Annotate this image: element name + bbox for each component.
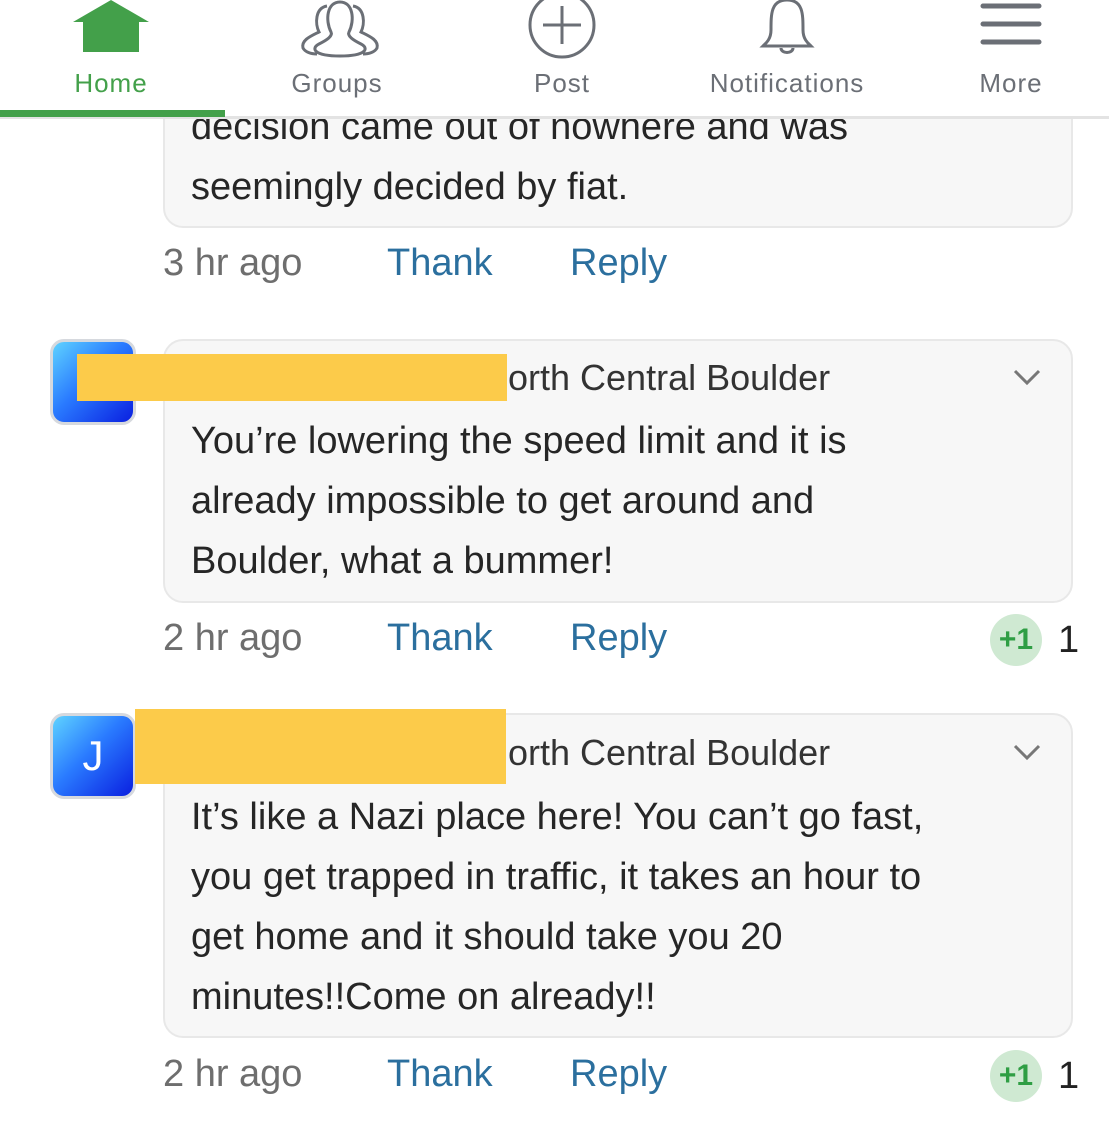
tab-label: Post	[533, 68, 591, 98]
comment-time: 3 hr ago	[163, 242, 303, 284]
tab-groups[interactable]: Groups	[226, 0, 448, 116]
thank-count: 1	[1058, 1055, 1080, 1097]
comment-text: you get trapped in traffic, it takes an …	[191, 856, 922, 898]
avatar[interactable]: J	[50, 713, 136, 799]
author-neighborhood: orth Central Boulder	[508, 732, 831, 773]
reply-button[interactable]: Reply	[570, 1053, 667, 1096]
redaction	[77, 354, 507, 401]
thank-button[interactable]: Thank	[387, 1053, 493, 1096]
menu-icon	[980, 3, 1042, 45]
comment-text: get home and it should take you 20	[191, 916, 783, 958]
plus-one-badge[interactable]: +1	[990, 1050, 1042, 1102]
bottom-tab-bar: Home Groups Post Notifications More	[0, 0, 1109, 119]
tab-home[interactable]: Home	[0, 0, 222, 116]
comment-text: Boulder, what a bummer!	[191, 540, 614, 582]
plus-circle-icon	[528, 0, 596, 59]
comment-time: 2 hr ago	[163, 1053, 303, 1095]
thank-button[interactable]: Thank	[387, 242, 493, 285]
comment-text: minutes!!Come on already!!	[191, 976, 656, 1018]
redaction	[135, 709, 506, 784]
chevron-down-icon[interactable]	[1012, 743, 1042, 761]
tab-post[interactable]: Post	[451, 0, 673, 116]
comment-text: It’s like a Nazi place here! You can’t g…	[191, 796, 924, 838]
plus-one-badge[interactable]: +1	[990, 614, 1042, 666]
reply-button[interactable]: Reply	[570, 242, 667, 285]
comment-time: 2 hr ago	[163, 617, 303, 659]
comment-text: You’re lowering the speed limit and it i…	[191, 420, 847, 462]
chevron-down-icon[interactable]	[1012, 368, 1042, 386]
tab-notifications[interactable]: Notifications	[676, 0, 898, 116]
tab-label: Notifications	[709, 68, 865, 98]
tab-label: More	[979, 68, 1043, 98]
tab-more[interactable]: More	[900, 0, 1109, 116]
home-icon	[73, 0, 149, 52]
tab-label: Home	[74, 68, 148, 98]
tab-label: Groups	[291, 68, 383, 98]
bell-icon	[759, 0, 815, 54]
thank-button[interactable]: Thank	[387, 617, 493, 660]
thank-count: 1	[1058, 619, 1080, 661]
author-neighborhood: orth Central Boulder	[508, 357, 831, 398]
reply-button[interactable]: Reply	[570, 617, 667, 660]
groups-icon	[301, 0, 379, 58]
active-tab-indicator	[0, 110, 225, 117]
comment-text: seemingly decided by fiat.	[191, 166, 629, 208]
comment-text: already impossible to get around and	[191, 480, 815, 522]
